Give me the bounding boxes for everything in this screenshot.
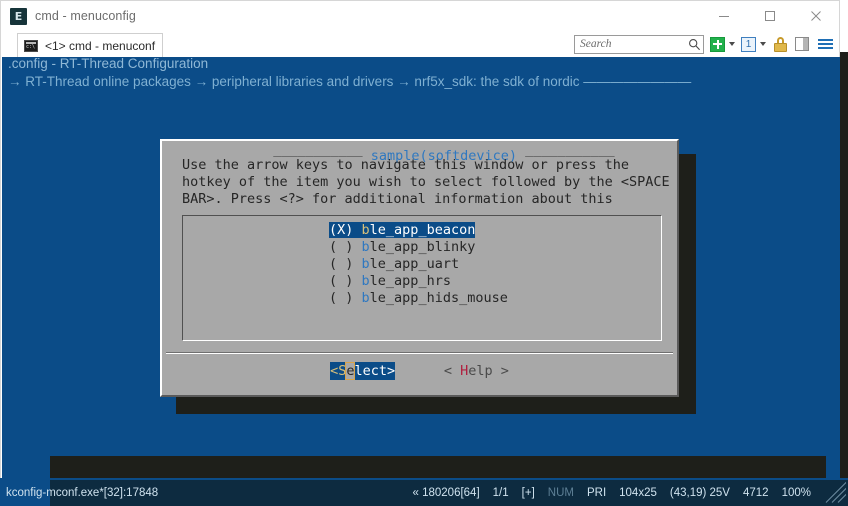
window-controls [701, 1, 839, 31]
tab-console-1[interactable]: <1> cmd - menuconf [17, 33, 163, 57]
item-hotkey: b [362, 290, 370, 306]
chevron-down-icon-consoles[interactable] [760, 42, 766, 46]
item-label: le_app_beacon [370, 222, 476, 238]
item-label: le_app_hrs [370, 273, 451, 289]
config-header-line: .config - RT-Thread Configuration [8, 56, 208, 71]
status-cursor-position: (43,19) 25V [670, 487, 730, 499]
select-open: <S [330, 363, 346, 379]
item-label: le_app_uart [370, 256, 459, 272]
status-console-size: 104x25 [619, 487, 657, 499]
item-space [353, 290, 361, 306]
tab-label: <1> cmd - menuconf [45, 39, 155, 53]
item-space [353, 273, 361, 289]
select-tail: lect> [354, 363, 395, 379]
item-hotkey: b [362, 239, 370, 255]
button-gap [395, 363, 444, 379]
status-plus: [+] [522, 487, 535, 499]
help-open: < [444, 363, 460, 379]
toolbar: 1 [574, 33, 833, 55]
radio-marker: ( ) [329, 290, 353, 306]
help-line-3: BAR>. Press <?> for additional informati… [182, 191, 613, 207]
status-process: kconfig-mconf.exe*[32]:17848 [6, 487, 158, 499]
maximize-icon[interactable] [747, 1, 793, 31]
option-listbox[interactable]: (X) ble_app_beacon ( ) ble_app_blinky ( … [182, 215, 662, 341]
radio-marker: (X) [329, 222, 353, 238]
hamburger-menu-icon[interactable] [818, 39, 833, 49]
item-label: le_app_blinky [370, 239, 476, 255]
search-icon[interactable] [688, 38, 701, 51]
list-item[interactable]: ( ) ble_app_hrs [329, 273, 508, 290]
split-panes-icon[interactable] [795, 37, 809, 51]
status-num-lock: NUM [548, 487, 574, 499]
option-list: (X) ble_app_beacon ( ) ble_app_blinky ( … [329, 222, 508, 307]
dialog-buttons: <Select> < Help > [162, 363, 677, 379]
menu-line-2 [818, 43, 833, 45]
status-priority: PRI [587, 487, 606, 499]
list-item[interactable]: (X) ble_app_beacon [329, 222, 508, 239]
window-title: cmd - menuconfig [35, 9, 136, 23]
status-build: « 180206[64] [413, 487, 480, 499]
select-button[interactable]: <Select> [330, 362, 395, 380]
menuconfig-dialog: ——————————— sample(softdevice) —————————… [160, 139, 679, 397]
status-count: 4712 [743, 487, 769, 499]
chevron-down-icon-new[interactable] [729, 42, 735, 46]
dialog-separator [166, 353, 673, 354]
minimize-icon[interactable] [701, 1, 747, 31]
plus-icon [710, 37, 725, 52]
help-line-1: Use the arrow keys to navigate this wind… [182, 157, 629, 173]
new-console-button[interactable] [710, 37, 725, 52]
status-zoom: 100% [782, 487, 811, 499]
item-hotkey: b [362, 273, 370, 289]
item-label: le_app_hids_mouse [370, 290, 508, 306]
status-right-group: « 180206[64] 1/1 [+] NUM PRI 104x25 (43,… [400, 482, 848, 504]
item-space [353, 239, 361, 255]
active-console-button[interactable]: 1 [741, 37, 756, 52]
lock-body [774, 43, 787, 52]
status-bar: kconfig-mconf.exe*[32]:17848 « 180206[64… [0, 480, 848, 506]
close-icon[interactable] [793, 1, 839, 31]
radio-marker: ( ) [329, 239, 353, 255]
breadcrumb: → RT-Thread online packages → peripheral… [8, 74, 691, 89]
item-hotkey: b [362, 256, 370, 272]
status-tab-count: 1/1 [493, 487, 509, 499]
conemu-icon: E [10, 8, 27, 25]
terminal-bottom-band [50, 456, 826, 480]
resize-grip[interactable] [824, 482, 846, 504]
list-item[interactable]: ( ) ble_app_blinky [329, 239, 508, 256]
radio-marker: ( ) [329, 256, 353, 272]
menu-line-3 [818, 47, 833, 49]
help-tail: elp > [468, 363, 509, 379]
item-space [353, 256, 361, 272]
list-item[interactable]: ( ) ble_app_uart [329, 256, 508, 273]
radio-marker: ( ) [329, 273, 353, 289]
console-number-icon: 1 [741, 37, 756, 52]
lock-icon[interactable] [774, 37, 787, 52]
conemu-icon-glyph: E [15, 11, 23, 22]
menu-line-1 [818, 39, 833, 41]
help-line-2: hotkey of the item you wish to select fo… [182, 174, 670, 190]
help-button[interactable]: < Help > [444, 363, 509, 379]
screen: U文F案丰办版版办更父 e us e us U + Fo e us e us e… [0, 0, 848, 506]
console-icon [24, 40, 38, 52]
search-box[interactable] [574, 35, 704, 54]
search-input[interactable] [580, 38, 684, 50]
title-bar[interactable]: E cmd - menuconfig [1, 1, 839, 31]
dialog-help-text: Use the arrow keys to navigate this wind… [182, 157, 667, 208]
list-item[interactable]: ( ) ble_app_hids_mouse [329, 290, 508, 307]
item-hotkey: b [362, 222, 370, 238]
item-space [353, 222, 361, 238]
